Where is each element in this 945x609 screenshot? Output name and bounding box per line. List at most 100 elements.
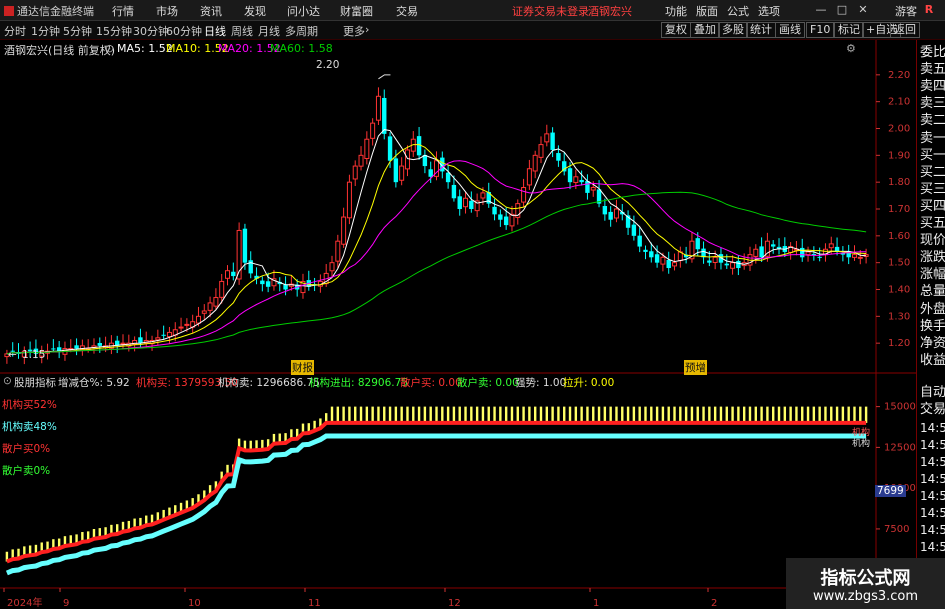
price-tick-label: 1.20 <box>888 338 910 349</box>
candle-body <box>370 122 376 139</box>
inst-buy-bar <box>673 406 676 423</box>
inst-buy-bar <box>690 406 694 423</box>
tab-timeframe[interactable]: 60分钟 <box>166 23 202 39</box>
side-bottom-item[interactable]: 交易 <box>920 402 945 418</box>
guest-label[interactable]: 游客 <box>895 3 917 19</box>
toolbar-button[interactable]: 统计 <box>746 22 776 38</box>
toolbar-button[interactable]: 画线 <box>775 22 805 38</box>
toolbar-button[interactable]: 返回 <box>890 22 920 38</box>
candle-body <box>138 337 143 344</box>
tab-timeframe[interactable]: 15分钟 <box>96 23 132 39</box>
inst-buy-bar <box>493 406 496 423</box>
login-notice[interactable]: 证券交易未登录 <box>512 3 589 19</box>
side-item[interactable]: 买三 <box>920 182 945 198</box>
price-tick-label: 1.40 <box>888 285 910 296</box>
x-tick-label: 1 <box>593 598 599 609</box>
inst-buy-bar <box>452 406 456 423</box>
settings-gear-icon[interactable]: ⚙ <box>846 42 856 55</box>
tab-timeframe[interactable]: 日线 <box>204 23 226 39</box>
stock-name-link[interactable]: 酒钢宏兴 <box>588 3 632 19</box>
inst-buy-bar <box>615 406 618 423</box>
retail-line <box>5 433 867 576</box>
tab-timeframe[interactable]: 分时 <box>4 23 26 39</box>
event-caibao[interactable]: 财报 <box>291 360 314 375</box>
side-item[interactable]: 外盘 <box>920 302 945 318</box>
tab-timeframe[interactable]: 月线 <box>258 23 280 39</box>
inst-buy-bar <box>354 406 357 423</box>
candle-body <box>532 154 538 172</box>
menu-right-item[interactable]: 公式 <box>727 3 749 19</box>
candle-body <box>585 181 590 193</box>
inst-buy-bar <box>696 406 699 423</box>
side-item[interactable]: 买二 <box>920 165 945 181</box>
menu-item[interactable]: 问小达 <box>287 3 320 19</box>
ma20-line <box>6 160 867 355</box>
menu-item[interactable]: 发现 <box>244 3 266 19</box>
side-bottom-item[interactable]: 自动 <box>920 385 945 401</box>
x-tick-label: 10 <box>188 598 201 609</box>
side-item[interactable]: 现价 <box>920 233 945 249</box>
menu-item[interactable]: 财富圈 <box>340 3 373 19</box>
tab-timeframe[interactable]: 5分钟 <box>63 23 92 39</box>
settings-circle-icon[interactable]: ⊙ <box>105 42 114 55</box>
inst-buy-bar <box>661 406 665 423</box>
candle-body <box>219 280 225 298</box>
side-item[interactable]: 净资 <box>920 336 945 352</box>
event-yuzeng[interactable]: 预增 <box>684 360 707 375</box>
watermark-title: 指标公式网 <box>820 568 911 589</box>
side-item[interactable]: 卖四 <box>920 79 945 95</box>
side-item[interactable]: 涨幅 <box>920 267 945 283</box>
side-item[interactable]: 总量 <box>920 284 945 300</box>
inst-buy-bar <box>487 406 490 423</box>
tab-timeframe[interactable]: 周线 <box>231 23 253 39</box>
candle-body <box>201 310 207 314</box>
tab-timeframe[interactable]: 更多 <box>343 23 365 39</box>
toolbar-button[interactable]: 复权 <box>661 22 691 38</box>
high-marker-line <box>378 74 391 80</box>
menu-item[interactable]: 资讯 <box>200 3 222 19</box>
candle-body <box>498 214 503 220</box>
r-icon[interactable]: R <box>919 0 939 19</box>
close-icon[interactable]: ✕ <box>853 0 873 19</box>
candle-body <box>120 342 126 345</box>
side-time: 14:56 <box>920 472 945 486</box>
minimize-icon[interactable]: — <box>811 0 831 19</box>
candle-body <box>649 251 654 258</box>
side-item[interactable]: 买四 <box>920 199 945 215</box>
chevron-right-icon[interactable]: › <box>365 23 369 36</box>
side-item[interactable]: 买五 <box>920 216 945 232</box>
inst-buy-bar <box>621 406 624 423</box>
strength-label: 强势: 1.00 <box>515 377 567 389</box>
kline-chart[interactable]: 2.20 2.10 2.00 1.90 1.80 1.70 1.60 1.50 1.40 1.30… <box>0 40 916 609</box>
menu-right-item[interactable]: 版面 <box>696 3 718 19</box>
maximize-icon[interactable]: □ <box>832 0 852 19</box>
menu-right-item[interactable]: 功能 <box>665 3 687 19</box>
candles-group <box>4 87 869 365</box>
side-item[interactable]: 收益 <box>920 353 945 369</box>
side-item[interactable]: 卖三 <box>920 96 945 112</box>
side-item[interactable]: 买一 <box>920 148 945 164</box>
menu-item[interactable]: 交易 <box>396 3 418 19</box>
side-item[interactable]: 换手 <box>920 319 945 335</box>
inst-buy-bar <box>330 406 334 423</box>
toolbar-button[interactable]: F10 <box>806 22 835 38</box>
side-item[interactable]: 涨跌 <box>920 250 945 266</box>
tab-timeframe[interactable]: 30分钟 <box>133 23 169 39</box>
side-item[interactable]: 卖五 <box>920 62 945 78</box>
toolbar-button[interactable]: 多股 <box>718 22 748 38</box>
candle-body <box>538 144 544 158</box>
toolbar-button[interactable]: 叠加 <box>690 22 720 38</box>
side-item[interactable]: 卖一 <box>920 131 945 147</box>
side-item[interactable]: 卖二 <box>920 113 945 129</box>
side-item[interactable]: 委比 <box>920 45 945 61</box>
app-logo-icon <box>4 6 14 16</box>
ma60-line <box>6 191 867 355</box>
tab-timeframe[interactable]: 1分钟 <box>31 23 60 39</box>
toolbar-button[interactable]: 标记 <box>834 22 864 38</box>
candle-body <box>712 256 718 263</box>
tab-timeframe[interactable]: 多周期 <box>285 23 318 39</box>
menu-item[interactable]: 市场 <box>156 3 178 19</box>
menu-item[interactable]: 行情 <box>112 3 134 19</box>
indicator-settings-icon[interactable]: ⊙ <box>3 375 12 387</box>
menu-right-item[interactable]: 选项 <box>758 3 780 19</box>
